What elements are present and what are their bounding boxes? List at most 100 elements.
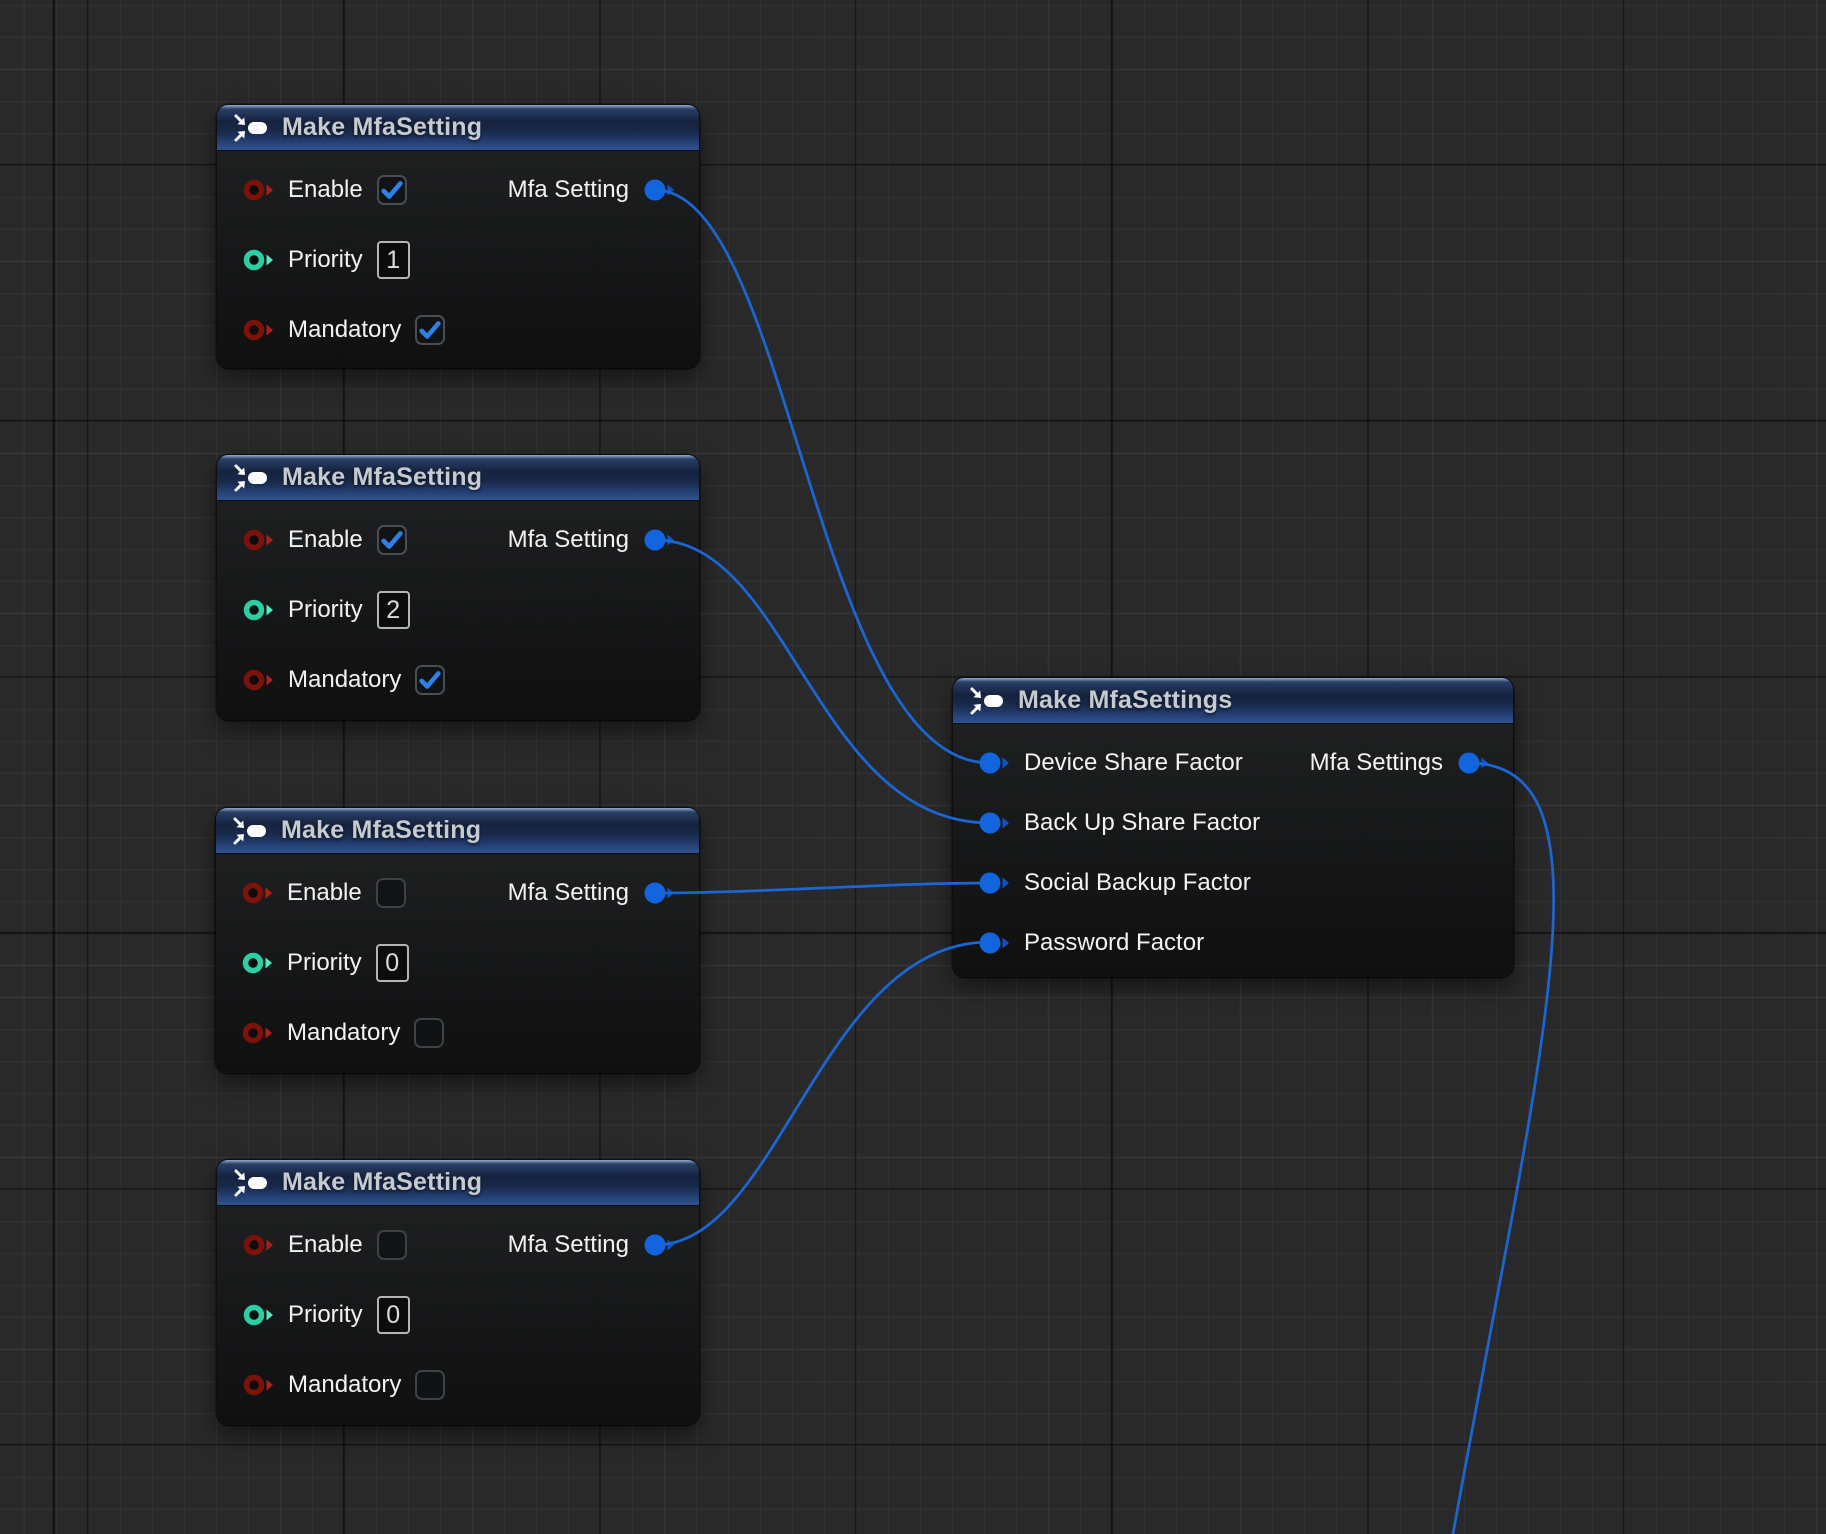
node-body: Enable Mfa Setting Priority0 Mandatory (216, 854, 699, 1068)
make-struct-icon (968, 686, 1005, 716)
pin-label: Enable (287, 879, 362, 907)
int-value-field[interactable]: 2 (377, 591, 410, 629)
bool-value-checkbox[interactable] (414, 1018, 444, 1048)
input-pin-mandatory[interactable]: Mandatory (242, 1370, 445, 1400)
node-header[interactable]: Make MfaSettings (953, 678, 1513, 724)
pin-label: Enable (288, 1231, 363, 1259)
node-make-mfasetting-3[interactable]: Make MfaSetting Enable Mfa Setting Priority… (216, 808, 699, 1073)
checkmark-icon (417, 667, 443, 693)
pin-row: Device Share Factor Mfa Settings (953, 733, 1513, 793)
int-value-field[interactable]: 1 (377, 241, 410, 279)
pin-label: Mfa Setting (508, 879, 629, 907)
pin-label: Mfa Setting (508, 1231, 629, 1259)
pin-label: Priority (288, 596, 363, 624)
node-make-mfasetting-2[interactable]: Make MfaSetting Enable Mfa Setting Priority… (217, 455, 699, 720)
input-pin-priority[interactable]: Priority1 (242, 241, 410, 279)
wire-setting2-to-backup-share-factor[interactable] (655, 540, 990, 823)
pin-label: Back Up Share Factor (1024, 809, 1260, 837)
checkmark-icon (379, 177, 405, 203)
wire-setting3-to-social-backup-factor[interactable] (655, 883, 990, 893)
pin-row: Priority0 (217, 1280, 699, 1350)
node-header[interactable]: Make MfaSetting (216, 808, 699, 854)
output-pin-mfa-setting[interactable]: Mfa Setting (508, 1231, 675, 1259)
int-value: 0 (386, 1301, 400, 1330)
input-pin-enable[interactable]: Enable (242, 1230, 407, 1260)
int-value: 2 (386, 596, 400, 625)
int-value-field[interactable]: 0 (377, 1296, 410, 1334)
checkmark-icon (417, 317, 443, 343)
node-body: Enable Mfa Setting Priority 2 Mandatory (217, 501, 699, 715)
pin-row: Enable Mfa Setting (216, 858, 699, 928)
input-pin-bool-icon (242, 668, 274, 692)
make-struct-icon (231, 816, 268, 846)
pin-row: Mandatory (217, 295, 699, 365)
wire-setting4-to-password-factor[interactable] (655, 942, 990, 1245)
pin-row: Priority1 (217, 225, 699, 295)
pin-label: Mandatory (288, 666, 401, 694)
input-pin-bool-icon (242, 1233, 274, 1257)
input-pin-bool-icon (241, 881, 273, 905)
pin-label: Mandatory (288, 1371, 401, 1399)
pin-label: Mfa Setting (508, 526, 629, 554)
bool-value-checkbox[interactable] (377, 1230, 407, 1260)
pin-row: Mandatory (216, 998, 699, 1068)
node-body: Device Share Factor Mfa Settings Back Up S… (953, 724, 1513, 973)
bool-value-checkbox[interactable] (376, 878, 406, 908)
input-pin-bool-icon (241, 1021, 273, 1045)
input-pin-int-icon (241, 951, 273, 975)
int-value: 0 (385, 949, 399, 978)
input-pin-social-backup-factor[interactable]: Social Backup Factor (978, 869, 1251, 897)
make-struct-icon (232, 463, 269, 493)
pin-row: Social Backup Factor (953, 853, 1513, 913)
input-pin-password-factor[interactable]: Password Factor (978, 929, 1204, 957)
input-pin-mandatory[interactable]: Mandatory (242, 665, 445, 695)
input-pin-mandatory[interactable]: Mandatory (241, 1018, 444, 1048)
pin-label: Mfa Settings (1310, 749, 1443, 777)
make-struct-icon (232, 113, 269, 143)
int-value: 1 (386, 246, 400, 275)
checkmark-icon (379, 527, 405, 553)
input-pin-int-icon (242, 248, 274, 272)
int-value-field[interactable]: 0 (376, 944, 409, 982)
output-pin-mfa-settings[interactable]: Mfa Settings (1310, 749, 1489, 777)
node-header[interactable]: Make MfaSetting (217, 455, 699, 501)
node-body: Enable Mfa Setting Priority1 Mandatory (217, 151, 699, 365)
pin-label: Mandatory (288, 316, 401, 344)
bool-value-checkbox[interactable] (415, 665, 445, 695)
pin-row: Mandatory (217, 1350, 699, 1420)
node-header[interactable]: Make MfaSetting (217, 1160, 699, 1206)
input-pin-priority[interactable]: Priority 2 (242, 591, 410, 629)
output-pin-mfa-setting[interactable]: Mfa Setting (508, 526, 675, 554)
graph-canvas[interactable]: { "graph": { "canvas": {"width": 1826, "… (0, 0, 1826, 1534)
output-pin-mfa-setting[interactable]: Mfa Setting (508, 879, 675, 907)
node-title: Make MfaSetting (281, 816, 481, 845)
input-pin-int-icon (242, 1303, 274, 1327)
input-pin-enable[interactable]: Enable (242, 175, 407, 205)
make-struct-icon (232, 1168, 269, 1198)
input-pin-enable[interactable]: Enable (242, 525, 407, 555)
input-pin-bool-icon (242, 178, 274, 202)
pin-label: Enable (288, 526, 363, 554)
node-title: Make MfaSettings (1018, 686, 1232, 715)
node-make-mfasetting-4[interactable]: Make MfaSetting Enable Mfa Setting Priority… (217, 1160, 699, 1425)
node-title: Make MfaSetting (282, 113, 482, 142)
input-pin-device-share-factor[interactable]: Device Share Factor (978, 749, 1243, 777)
pin-row: Enable Mfa Setting (217, 1210, 699, 1280)
input-pin-priority[interactable]: Priority0 (242, 1296, 410, 1334)
bool-value-checkbox[interactable] (415, 315, 445, 345)
input-pin-bool-icon (242, 528, 274, 552)
bool-value-checkbox[interactable] (377, 525, 407, 555)
node-body: Enable Mfa Setting Priority0 Mandatory (217, 1206, 699, 1420)
bool-value-checkbox[interactable] (377, 175, 407, 205)
wire-setting1-to-device-share-factor[interactable] (655, 190, 990, 763)
node-make-mfasettings[interactable]: Make MfaSettings Device Share Factor Mfa S… (953, 678, 1513, 977)
input-pin-priority[interactable]: Priority0 (241, 944, 409, 982)
node-make-mfasetting-1[interactable]: Make MfaSetting Enable Mfa Setting Priority… (217, 105, 699, 368)
bool-value-checkbox[interactable] (415, 1370, 445, 1400)
node-header[interactable]: Make MfaSetting (217, 105, 699, 151)
input-pin-enable[interactable]: Enable (241, 878, 406, 908)
output-pin-mfa-setting[interactable]: Mfa Setting (508, 176, 675, 204)
pin-label: Mfa Setting (508, 176, 629, 204)
input-pin-mandatory[interactable]: Mandatory (242, 315, 445, 345)
input-pin-back-up-share-factor[interactable]: Back Up Share Factor (978, 809, 1260, 837)
